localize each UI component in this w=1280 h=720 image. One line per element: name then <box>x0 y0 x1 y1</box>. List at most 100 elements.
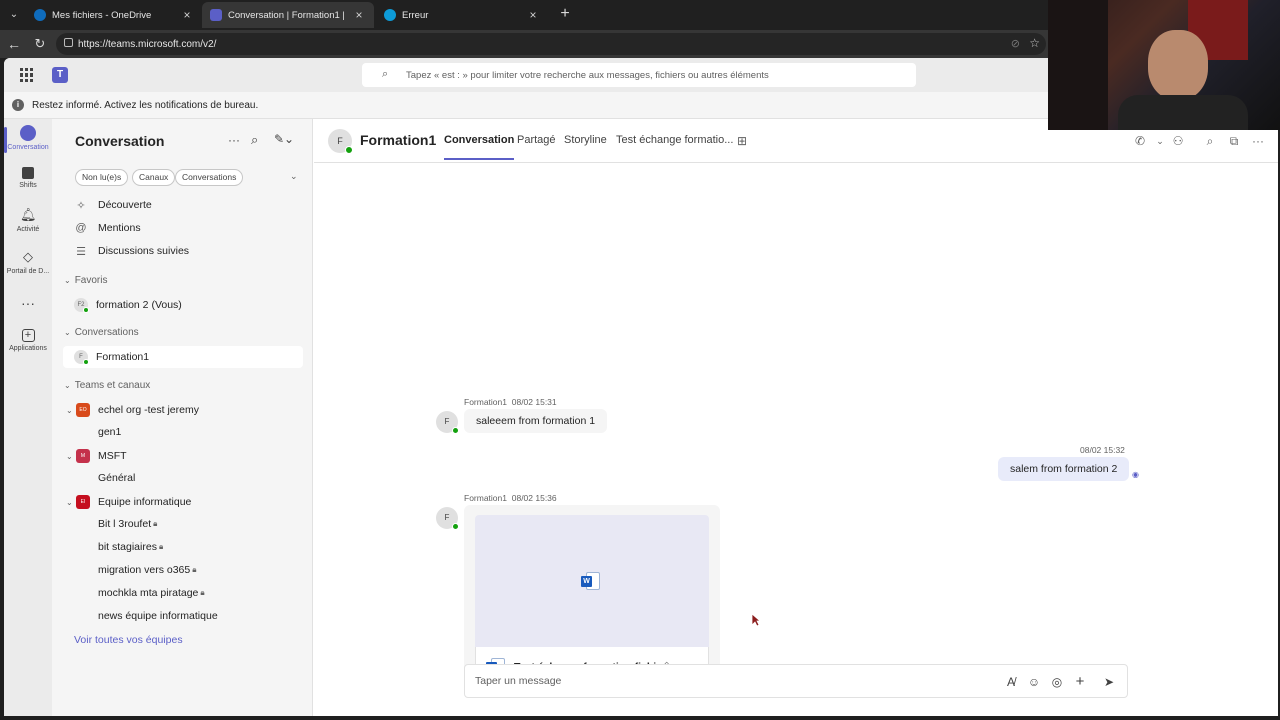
browser-tab-onedrive[interactable]: Mes fichiers - OneDrive × <box>26 2 202 28</box>
url-field[interactable]: https://teams.microsoft.com/v2/ ⊘ ☆ <box>56 33 1046 55</box>
filter-channels[interactable]: Canaux <box>132 169 176 186</box>
conversation-item-selected[interactable]: F Formation1 <box>63 346 303 368</box>
channel-item[interactable]: migration vers o365 🔒︎ <box>98 561 196 579</box>
channel-item[interactable]: gen1 <box>98 423 121 441</box>
search-input[interactable]: ⌕ Tapez « est : » pour limiter votre rec… <box>362 63 916 87</box>
presence-available-icon <box>83 307 89 313</box>
nav-mentions[interactable]: @ Mentions <box>74 218 140 238</box>
rail-item-conversation[interactable]: Conversation <box>4 125 52 153</box>
site-info-icon[interactable] <box>64 38 73 47</box>
add-tab-icon[interactable]: ⊞ <box>734 133 750 149</box>
webcam-shirt <box>1118 95 1248 130</box>
chat-list-pane: Conversation ··· ⌕ ✎⌄ Non lu(e)s Canaux … <box>52 119 313 716</box>
rail-item-activite[interactable]: 🔔︎ Activité <box>4 207 52 233</box>
team-msft[interactable]: ⌄ M MSFT <box>66 446 127 466</box>
tab-list-chevron-icon[interactable]: ⌄ <box>4 5 24 25</box>
tab-shared[interactable]: Partagé <box>517 134 556 146</box>
favorite-star-icon[interactable]: ☆ <box>1029 36 1040 50</box>
webcam-shelf <box>1048 0 1108 130</box>
channel-item[interactable]: Bit l 3roufet 🔒︎ <box>98 515 157 533</box>
section-conversations[interactable]: ⌄ Conversations <box>64 327 139 338</box>
nav-followed[interactable]: ☰ Discussions suivies <box>74 241 189 261</box>
onedrive-icon <box>34 9 46 21</box>
filter-unread[interactable]: Non lu(e)s <box>75 169 129 186</box>
back-icon[interactable]: ← <box>4 34 24 54</box>
search-icon[interactable]: ⌕ <box>251 132 258 148</box>
channel-item[interactable]: mochkla mta piratage 🔒︎ <box>98 584 205 602</box>
lock-icon: 🔒︎ <box>192 565 197 574</box>
teams-app: T ⌕ Tapez « est : » pour limiter votre r… <box>4 58 1278 716</box>
filter-expand-chevron-icon[interactable]: ⌄ <box>290 171 298 182</box>
browser-tab-error[interactable]: Erreur × <box>376 2 548 28</box>
chevron-down-icon: ⌄ <box>66 451 73 461</box>
team-equipe-informatique[interactable]: ⌄ EI Equipe informatique <box>66 492 191 512</box>
more-apps-button[interactable]: ··· <box>4 295 52 311</box>
team-avatar: EO <box>76 403 90 417</box>
refresh-icon[interactable]: ↻ <box>30 34 50 54</box>
people-icon[interactable]: ⚇ <box>1170 133 1186 149</box>
rail-item-shifts[interactable]: Shifts <box>4 167 52 189</box>
call-icon[interactable]: ✆ <box>1132 133 1148 149</box>
more-options-icon[interactable]: ··· <box>228 133 240 147</box>
filter-conversations[interactable]: Conversations <box>175 169 244 186</box>
rail-item-applications[interactable]: + Applications <box>4 329 52 352</box>
new-chat-icon[interactable]: ✎⌄ <box>274 132 294 146</box>
info-icon: i <box>12 99 24 111</box>
emoji-icon[interactable]: ☺ <box>1026 674 1042 690</box>
new-tab-button[interactable]: + <box>555 4 575 24</box>
popout-icon[interactable]: ⧉ <box>1226 133 1242 149</box>
chevron-down-icon: ⌄ <box>66 497 73 507</box>
avatar: F <box>436 507 459 530</box>
message-meta: Formation1 08/02 15:31 <box>464 397 557 407</box>
message-time: 08/02 15:32 <box>1080 445 1125 455</box>
tab-storyline[interactable]: Storyline <box>564 134 607 146</box>
team-avatar: M <box>76 449 90 463</box>
tracking-prevention-icon[interactable]: ⊘ <box>1011 37 1020 50</box>
channel-item[interactable]: news équipe informatique <box>98 607 218 625</box>
tab-file[interactable]: Test échange formatio... <box>616 134 733 146</box>
see-all-teams-link[interactable]: Voir toutes vos équipes <box>74 634 183 646</box>
app-launcher-icon[interactable] <box>20 68 34 82</box>
app-rail: Conversation Shifts 🔔︎ Activité ◇ Portai… <box>4 119 52 716</box>
nav-discover[interactable]: ✧ Découverte <box>74 195 151 215</box>
message-input[interactable] <box>475 673 975 689</box>
section-teams[interactable]: ⌄ Teams et canaux <box>64 380 150 391</box>
message-bubble-mine[interactable]: salem from formation 2 <box>998 457 1130 481</box>
mouse-cursor-icon <box>751 613 761 627</box>
presence-available-icon <box>452 427 459 434</box>
avatar: F <box>436 411 459 434</box>
channel-item[interactable]: Général <box>98 469 135 487</box>
favorite-item[interactable]: F2 formation 2 (Vous) <box>74 295 182 315</box>
search-icon[interactable]: ⌕ <box>1202 133 1218 149</box>
format-icon[interactable]: A̸ <box>1003 674 1019 690</box>
channel-item[interactable]: bit stagiaires 🔒︎ <box>98 538 163 556</box>
shifts-icon <box>22 167 34 179</box>
tab-conversation[interactable]: Conversation <box>444 134 515 160</box>
presence-available-icon <box>452 523 459 530</box>
message-composer: A̸ ☺ ◎ + ➤ <box>464 664 1128 698</box>
chat-avatar: F <box>328 129 353 154</box>
close-icon[interactable]: × <box>180 8 194 22</box>
portal-icon: ◇ <box>23 249 33 264</box>
close-icon[interactable]: × <box>526 8 540 22</box>
section-favorites[interactable]: ⌄ Favoris <box>64 275 108 286</box>
presence-available-icon <box>345 146 353 154</box>
loop-icon[interactable]: ◎ <box>1049 674 1065 690</box>
chat-main: F Formation1 Conversation Partagé Storyl… <box>314 119 1278 716</box>
attach-plus-icon[interactable]: + <box>1072 674 1088 690</box>
teams-icon <box>210 9 222 21</box>
more-options-icon[interactable]: ··· <box>1250 133 1266 149</box>
webcam-person <box>1148 30 1208 100</box>
lock-icon: 🔒︎ <box>200 588 205 597</box>
send-icon[interactable]: ➤ <box>1101 674 1117 690</box>
browser-tab-teams[interactable]: Conversation | Formation1 | Microsoft Te… <box>202 2 374 28</box>
avatar: F2 <box>74 298 89 313</box>
chevron-down-icon: ⌄ <box>64 328 71 337</box>
file-preview[interactable]: W <box>475 515 709 647</box>
rail-item-portail[interactable]: ◇ Portail de D... <box>4 249 52 275</box>
message-bubble[interactable]: saleeem from formation 1 <box>464 409 608 433</box>
close-icon[interactable]: × <box>352 8 366 22</box>
chevron-down-icon[interactable]: ⌄ <box>1152 133 1168 149</box>
team-echel-org[interactable]: ⌄ EO echel org -test jeremy <box>66 400 199 420</box>
chevron-down-icon: ⌄ <box>64 276 71 285</box>
